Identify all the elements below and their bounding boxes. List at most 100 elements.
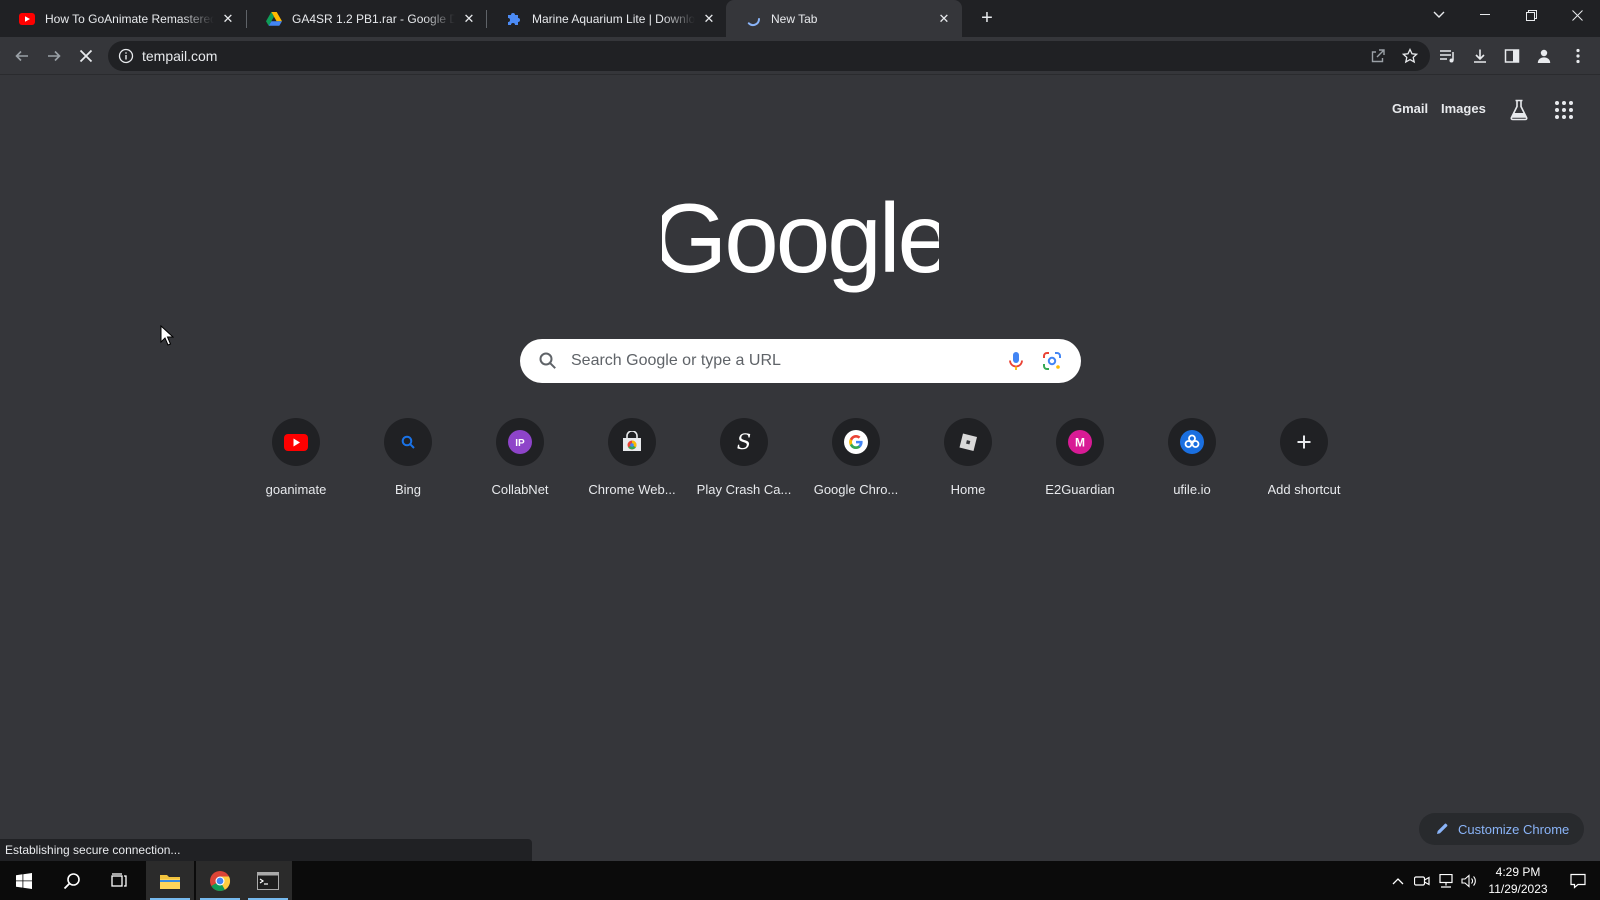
omnibox[interactable]: tempail.com (108, 41, 1430, 71)
tab-close-button[interactable]: ✕ (461, 11, 477, 27)
tab-google-drive[interactable]: GA4SR 1.2 PB1.rar - Google Drive ✕ (247, 0, 487, 37)
bing-search-icon (384, 418, 432, 466)
svg-text:M: M (1075, 436, 1085, 450)
search-box[interactable] (520, 339, 1081, 383)
shortcut-ufile[interactable]: ufile.io (1136, 412, 1248, 512)
google-apps-icon[interactable] (1554, 100, 1574, 120)
arrow-right-icon (48, 50, 61, 62)
shortcut-e2guardian[interactable]: M E2Guardian (1024, 412, 1136, 512)
search-icon (63, 872, 80, 889)
shortcut-bing[interactable]: Bing (352, 412, 464, 512)
clock-time: 4:29 PM (1495, 865, 1541, 879)
chrome-web-store-icon (608, 418, 656, 466)
youtube-icon (272, 418, 320, 466)
meet-now-button[interactable] (1410, 861, 1434, 900)
shortcut-google-chrome[interactable]: Google Chro... (800, 412, 912, 512)
forward-button[interactable] (40, 42, 68, 70)
close-icon (79, 49, 93, 63)
windows-taskbar: 4:29 PM 11/29/2023 (0, 861, 1600, 900)
reading-list-button[interactable] (1434, 42, 1462, 70)
toolbar: tempail.com (0, 37, 1600, 75)
shortcut-label: ufile.io (1173, 482, 1211, 497)
microphone-icon[interactable] (1005, 350, 1027, 372)
shortcut-label: Bing (394, 482, 422, 497)
google-icon (832, 418, 880, 466)
gmail-link[interactable]: Gmail (1392, 101, 1428, 116)
taskbar-clock[interactable]: 4:29 PM 11/29/2023 (1478, 864, 1558, 898)
search-input[interactable] (571, 339, 971, 383)
chevron-up-icon (1392, 877, 1404, 884)
collabnet-icon: IP (496, 418, 544, 466)
shortcut-goanimate[interactable]: goanimate (240, 412, 352, 512)
tab-search-button[interactable] (1416, 0, 1462, 30)
shortcut-label: Home (950, 482, 986, 497)
notification-icon (1570, 873, 1586, 889)
bookmark-star-icon[interactable] (1400, 46, 1420, 66)
tab-title: Marine Aquarium Lite | Download (532, 11, 695, 26)
svg-text:IP: IP (515, 438, 525, 449)
search-icon (539, 352, 556, 369)
start-button[interactable] (0, 861, 48, 900)
close-window-button[interactable] (1554, 0, 1600, 30)
shortcut-chrome-web-store[interactable]: Chrome Web... (576, 412, 688, 512)
tab-title: GA4SR 1.2 PB1.rar - Google Drive (292, 11, 455, 26)
restore-icon (1525, 9, 1537, 21)
youtube-icon (19, 11, 35, 27)
profile-button[interactable] (1530, 42, 1558, 70)
show-hidden-icons-button[interactable] (1386, 861, 1410, 900)
tab-goanimate[interactable]: How To GoAnimate Remastered ✕ (0, 0, 246, 37)
shortcut-home[interactable]: Home (912, 412, 1024, 512)
images-link[interactable]: Images (1441, 101, 1486, 116)
url-text[interactable]: tempail.com (142, 48, 217, 64)
customize-chrome-button[interactable]: Customize Chrome (1419, 813, 1584, 845)
ufile-icon (1168, 418, 1216, 466)
downloads-button[interactable] (1466, 42, 1494, 70)
new-tab-button[interactable]: + (975, 6, 999, 30)
shortcut-label: goanimate (265, 482, 327, 497)
taskbar-terminal[interactable] (244, 861, 292, 900)
shortcut-label: Google Chro... (813, 482, 899, 497)
tab-new-tab[interactable]: New Tab ✕ (726, 0, 962, 37)
tab-close-button[interactable]: ✕ (701, 11, 717, 27)
stop-loading-button[interactable] (72, 42, 100, 70)
task-view-button[interactable] (96, 861, 144, 900)
add-shortcut-button[interactable]: Add shortcut (1248, 412, 1360, 512)
restore-button[interactable] (1508, 0, 1554, 30)
tab-strip: How To GoAnimate Remastered ✕ GA4SR 1.2 … (0, 0, 1600, 37)
action-center-button[interactable] (1560, 861, 1596, 900)
tab-close-button[interactable]: ✕ (220, 11, 236, 27)
share-icon[interactable] (1368, 46, 1388, 66)
chevron-down-icon (1433, 11, 1445, 18)
clock-date: 11/29/2023 (1488, 882, 1548, 896)
tab-close-button[interactable]: ✕ (936, 11, 952, 27)
pencil-icon (1437, 823, 1448, 834)
status-bubble: Establishing secure connection... (0, 839, 532, 861)
shortcut-label: Add shortcut (1267, 482, 1341, 497)
close-icon (1571, 9, 1583, 21)
taskbar-file-explorer[interactable] (146, 861, 194, 900)
taskbar-search-button[interactable] (48, 861, 96, 900)
chrome-icon (210, 870, 231, 891)
menu-button[interactable] (1564, 42, 1592, 70)
plus-icon (1280, 418, 1328, 466)
info-icon[interactable] (118, 48, 134, 64)
minimize-button[interactable] (1462, 0, 1508, 30)
minimize-icon (1480, 14, 1490, 15)
more-vert-icon (1576, 48, 1580, 64)
labs-flask-icon[interactable] (1507, 98, 1531, 122)
taskbar-chrome[interactable] (196, 861, 244, 900)
roblox-icon (944, 418, 992, 466)
tab-marine-aquarium[interactable]: Marine Aquarium Lite | Download ✕ (487, 0, 727, 37)
shortcut-crash-cat[interactable]: S Play Crash Ca... (688, 412, 800, 512)
back-button[interactable] (8, 42, 36, 70)
side-panel-icon (1504, 49, 1520, 63)
google-lens-icon[interactable] (1041, 350, 1063, 372)
side-panel-button[interactable] (1498, 42, 1526, 70)
media-list-icon (1440, 50, 1454, 63)
shortcut-label: Play Crash Ca... (696, 482, 792, 497)
network-button[interactable] (1434, 861, 1458, 900)
shortcut-collabnet[interactable]: IP CollabNet (464, 412, 576, 512)
terminal-icon (257, 871, 279, 890)
network-icon (1439, 873, 1453, 888)
shortcut-label: Chrome Web... (588, 482, 676, 497)
